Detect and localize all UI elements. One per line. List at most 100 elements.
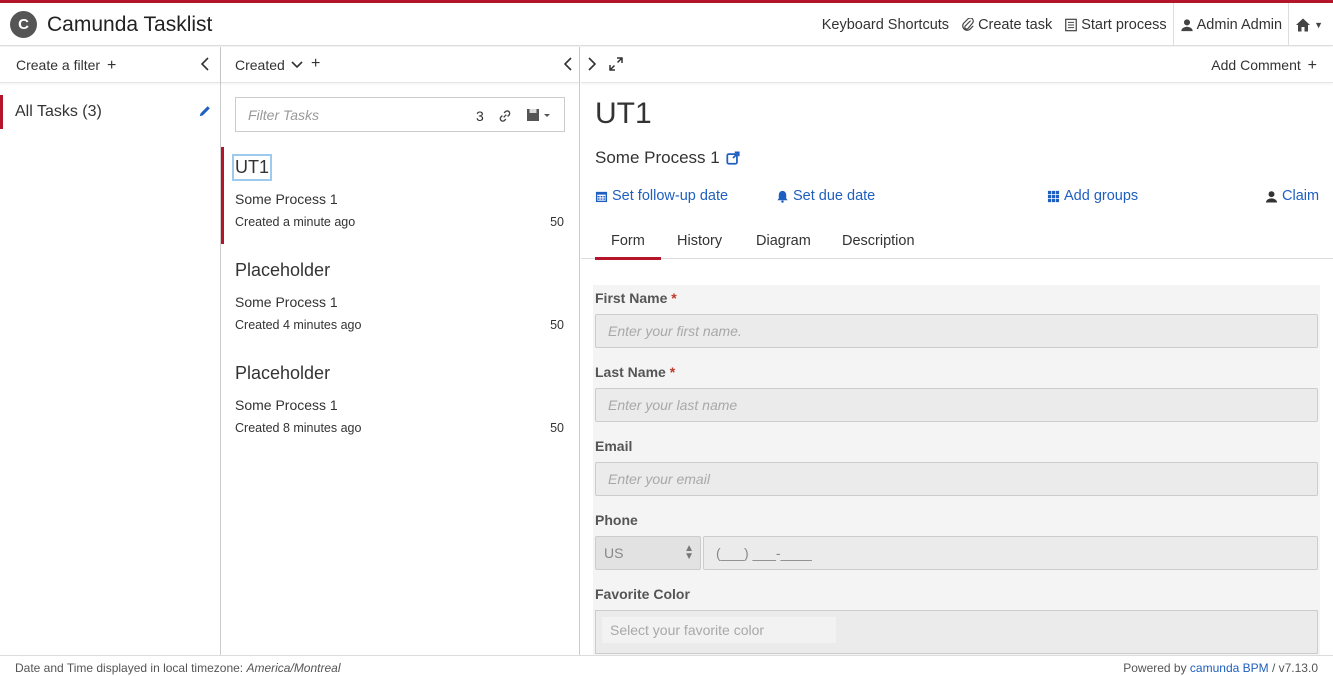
phone-placeholder: (___) ___-____ bbox=[716, 545, 812, 561]
timezone-label: Date and Time displayed in local timezon… bbox=[15, 661, 247, 675]
create-filter-link[interactable]: Create a filter + bbox=[16, 57, 116, 75]
start-process-link[interactable]: Start process bbox=[1058, 3, 1172, 46]
user-icon bbox=[1265, 190, 1278, 203]
sort-label: Created bbox=[235, 57, 285, 73]
bell-icon bbox=[777, 190, 788, 203]
camunda-logo-icon[interactable]: C bbox=[10, 11, 37, 38]
tasklist-header: Created + bbox=[221, 47, 579, 83]
set-due-date-label: Set due date bbox=[793, 188, 876, 204]
home-menu[interactable]: ▼ bbox=[1288, 3, 1333, 46]
add-groups-label: Add groups bbox=[1064, 188, 1139, 204]
create-task-link[interactable]: Create task bbox=[955, 3, 1058, 46]
favorite-color-select[interactable]: Select your favorite color bbox=[595, 610, 1318, 654]
favorite-color-label: Favorite Color bbox=[595, 586, 690, 602]
first-name-label-text: First Name bbox=[595, 290, 668, 306]
caret-down-icon: ▼ bbox=[1314, 19, 1323, 30]
user-name: Admin Admin bbox=[1196, 16, 1283, 33]
task-priority: 50 bbox=[550, 318, 564, 332]
camunda-bpm-link[interactable]: camunda BPM bbox=[1190, 661, 1269, 675]
add-comment-link[interactable]: Add Comment + bbox=[1211, 57, 1317, 75]
filter-tasks-placeholder: Filter Tasks bbox=[248, 107, 320, 123]
task-detail-header: Add Comment + bbox=[581, 47, 1333, 83]
app-header: C Camunda Tasklist Keyboard Shortcuts Cr… bbox=[0, 3, 1333, 46]
first-name-label: First Name * bbox=[595, 290, 677, 306]
collapse-chevron-left-icon[interactable] bbox=[200, 57, 210, 76]
last-name-placeholder: Enter your last name bbox=[608, 397, 738, 413]
select-arrows-icon: ▲ ▼ bbox=[684, 543, 694, 562]
phone-field[interactable]: (___) ___-____ bbox=[703, 536, 1318, 570]
email-field[interactable]: Enter your email bbox=[595, 462, 1318, 496]
claim-label: Claim bbox=[1282, 188, 1320, 204]
email-placeholder: Enter your email bbox=[608, 471, 710, 487]
calendar-icon bbox=[595, 191, 608, 202]
tab-form[interactable]: Form bbox=[595, 233, 661, 260]
task-name: Placeholder bbox=[235, 260, 331, 280]
plus-icon: + bbox=[106, 57, 117, 74]
task-title: UT1 bbox=[595, 97, 652, 130]
powered-by: Powered by camunda BPM / v7.13.0 bbox=[1123, 661, 1318, 675]
set-follow-up-date-button[interactable]: Set follow-up date bbox=[595, 188, 728, 204]
maximize-icon[interactable] bbox=[609, 57, 623, 76]
powered-by-label: Powered by bbox=[1123, 661, 1190, 675]
task-priority: 50 bbox=[550, 215, 564, 229]
set-follow-up-date-label: Set follow-up date bbox=[612, 188, 729, 204]
last-name-label-text: Last Name bbox=[595, 364, 666, 380]
filters-column: Create a filter + All Tasks (3) bbox=[0, 47, 221, 655]
add-sort-plus-icon[interactable]: + bbox=[311, 55, 320, 73]
favorite-color-inner: Select your favorite color bbox=[602, 617, 836, 643]
required-asterisk: * bbox=[671, 290, 677, 306]
start-process-label: Start process bbox=[1081, 16, 1167, 33]
favorite-color-placeholder: Select your favorite color bbox=[610, 622, 765, 638]
user-menu[interactable]: Admin Admin bbox=[1172, 3, 1288, 46]
last-name-field[interactable]: Enter your last name bbox=[595, 388, 1318, 422]
task-process: Some Process 1 bbox=[235, 294, 338, 310]
task-process: Some Process 1 bbox=[235, 191, 338, 207]
country-code-select[interactable]: US ▲ ▼ bbox=[595, 536, 701, 570]
keyboard-shortcuts-label: Keyboard Shortcuts bbox=[821, 16, 950, 33]
filter-tasks-input[interactable]: Filter Tasks 3 bbox=[235, 97, 565, 132]
grid-icon bbox=[1047, 190, 1060, 202]
last-name-label: Last Name * bbox=[595, 364, 675, 380]
collapse-chevron-left-icon[interactable] bbox=[563, 57, 573, 76]
add-groups-button[interactable]: Add groups bbox=[1047, 188, 1138, 204]
phone-label: Phone bbox=[595, 512, 638, 528]
top-navigation: Keyboard Shortcuts Create task Start pro… bbox=[816, 3, 1333, 46]
task-form: First Name * Enter your first name. Last… bbox=[593, 285, 1320, 655]
tab-history[interactable]: History bbox=[677, 233, 722, 249]
claim-button[interactable]: Claim bbox=[1265, 188, 1319, 204]
list-icon bbox=[1065, 18, 1078, 31]
first-name-placeholder: Enter your first name. bbox=[608, 323, 742, 339]
tab-diagram[interactable]: Diagram bbox=[756, 233, 811, 249]
task-item[interactable]: UT1 Some Process 1 Created a minute ago … bbox=[221, 147, 579, 244]
home-icon bbox=[1296, 18, 1311, 31]
task-name: UT1 bbox=[231, 154, 273, 181]
sort-dropdown[interactable]: Created bbox=[235, 57, 303, 73]
create-filter-label: Create a filter bbox=[16, 57, 101, 73]
task-priority: 50 bbox=[550, 421, 564, 435]
app-title[interactable]: Camunda Tasklist bbox=[47, 13, 212, 37]
filter-item-all-tasks[interactable]: All Tasks (3) bbox=[0, 95, 220, 129]
pencil-icon[interactable] bbox=[198, 104, 212, 118]
task-item[interactable]: Placeholder Some Process 1 Created 8 min… bbox=[221, 353, 579, 450]
timezone-value: America/Montreal bbox=[246, 661, 341, 675]
external-link-icon bbox=[726, 151, 740, 165]
add-comment-label: Add Comment bbox=[1211, 57, 1301, 73]
tab-description[interactable]: Description bbox=[842, 233, 915, 249]
chevron-down-icon bbox=[291, 61, 303, 69]
footer: Date and Time displayed in local timezon… bbox=[0, 655, 1333, 676]
task-created: Created 4 minutes ago bbox=[235, 318, 362, 332]
expand-chevron-right-icon[interactable] bbox=[587, 57, 597, 76]
keyboard-shortcuts-link[interactable]: Keyboard Shortcuts bbox=[816, 3, 955, 46]
set-due-date-button[interactable]: Set due date bbox=[776, 188, 875, 204]
task-item[interactable]: Placeholder Some Process 1 Created 4 min… bbox=[221, 250, 579, 347]
save-icon[interactable] bbox=[526, 108, 554, 122]
task-process: Some Process 1 bbox=[235, 397, 338, 413]
link-icon[interactable] bbox=[498, 109, 512, 123]
email-label: Email bbox=[595, 438, 633, 454]
process-definition-link[interactable]: Some Process 1 bbox=[595, 148, 740, 168]
first-name-field[interactable]: Enter your first name. bbox=[595, 314, 1318, 348]
process-name: Some Process 1 bbox=[595, 148, 720, 167]
plus-icon: + bbox=[1307, 57, 1317, 74]
task-detail-tabs: Form History Diagram Description bbox=[581, 224, 1333, 260]
version-label: / v7.13.0 bbox=[1268, 661, 1318, 675]
